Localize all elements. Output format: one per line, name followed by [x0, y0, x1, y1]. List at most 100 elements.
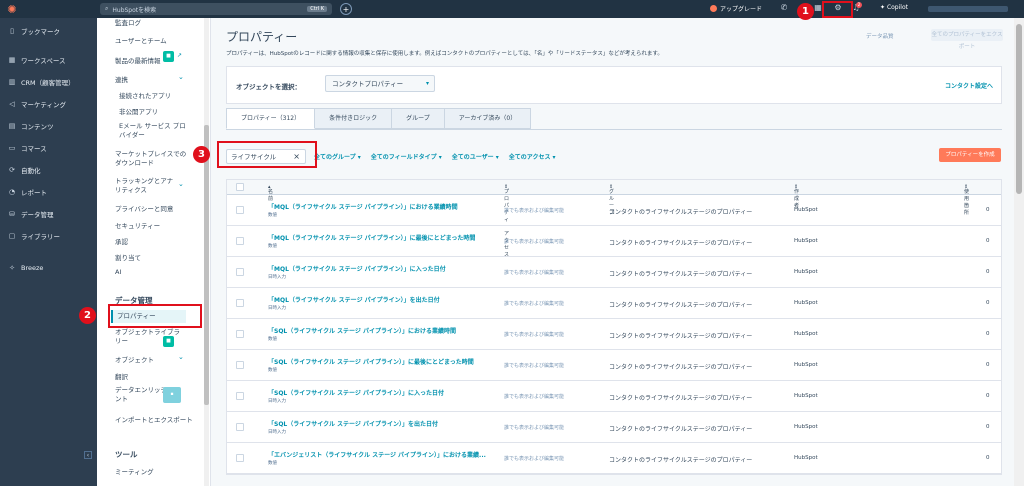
nav-item-library[interactable]: ▢ ライブラリー [0, 225, 97, 247]
filter-bar: 全てのグループ ▾ 全てのフィールドタイプ ▾ 全てのユーザー ▾ 全てのアクセ… [314, 152, 556, 161]
chevron-down-icon[interactable]: ⌄ [178, 180, 184, 188]
property-creator: HubSpot [794, 269, 818, 275]
nav-item-data-management[interactable]: ⛁ データ管理 [0, 203, 97, 225]
highlight-settings-gear [822, 1, 853, 18]
column-header-access[interactable]: プロパティーアクセス ⇕ [504, 184, 509, 258]
settings-private-apps[interactable]: 非公開アプリ [119, 106, 158, 116]
nav-item-crm[interactable]: ▥ CRM（顧客管理） [0, 71, 97, 93]
content-icon: ▤ [8, 122, 16, 130]
settings-meetings[interactable]: ミーティング [115, 466, 154, 476]
export-properties-button[interactable]: 全てのプロパティーをエクスポート [931, 29, 1003, 50]
data-quality-button[interactable]: データ品質 [866, 32, 894, 40]
section-header-tools: ツール [115, 450, 138, 459]
chevron-down-icon[interactable]: ⌄ [178, 73, 184, 81]
column-header-uses[interactable]: 使用箇所 ⇕ [964, 184, 969, 216]
property-access: 誰でも表示および編集可能 [504, 332, 565, 338]
nav-item-reports[interactable]: ◔ レポート [0, 181, 97, 203]
nav-item-workspace[interactable]: ▦ ワークスペース [0, 49, 97, 71]
tab-groups[interactable]: グループ [392, 108, 445, 129]
create-plus-icon[interactable]: + [340, 3, 352, 15]
tab-properties[interactable]: プロパティー（312） [226, 108, 316, 129]
automation-icon: ⟳ [9, 166, 15, 174]
phone-icon[interactable]: ✆ [778, 3, 790, 12]
column-header-name[interactable]: 名前 ▴ [268, 184, 273, 202]
filter-access-dropdown[interactable]: 全てのアクセス ▾ [509, 152, 556, 161]
property-name-link[interactable]: 「SQL（ライフサイクル ステージ パイプライン）」を出た日付 [268, 419, 438, 428]
nav-item-content[interactable]: ▤ コンテンツ [0, 115, 97, 137]
row-checkbox[interactable] [236, 454, 244, 462]
row-checkbox[interactable] [236, 330, 244, 338]
filter-users-dropdown[interactable]: 全てのユーザー ▾ [452, 152, 499, 161]
settings-import-export[interactable]: インポートとエクスポート [115, 414, 193, 424]
settings-translation[interactable]: 翻訳 [115, 371, 128, 381]
settings-email-providers[interactable]: Eメール サービス プロバイダー [119, 122, 189, 140]
object-type-dropdown[interactable]: コンタクトプロパティー ▾ [325, 75, 435, 92]
create-property-button[interactable]: プロパティーを作成 [939, 148, 1001, 162]
row-checkbox[interactable] [236, 423, 244, 431]
property-name-link[interactable]: 「エバンジェリスト（ライフサイクル ステージ パイプライン）」における業績... [268, 450, 486, 459]
property-group: コンタクトのライフサイクルステージのプロパティー [609, 302, 753, 309]
table-row[interactable]: 「SQL（ライフサイクル ステージ パイプライン）」に入った日付 日時入力 誰でも表… [227, 381, 1001, 412]
settings-tracking-analytics[interactable]: トラッキングとアナリティクス [115, 177, 177, 195]
page-title: プロパティー [226, 30, 298, 44]
copilot-button[interactable]: ✦ Copilot [880, 4, 908, 11]
row-checkbox[interactable] [236, 299, 244, 307]
tab-conditional-logic[interactable]: 条件付きロジック [315, 108, 393, 129]
nav-item-breeze[interactable]: ✧ Breeze [0, 257, 97, 279]
nav-item-commerce[interactable]: ▭ コマース [0, 137, 97, 159]
select-all-checkbox[interactable] [236, 183, 244, 191]
filter-groups-dropdown[interactable]: 全てのグループ ▾ [314, 152, 361, 161]
nav-item-marketing[interactable]: ◁ マーケティング [0, 93, 97, 115]
property-name-link[interactable]: 「MQL（ライフサイクル ステージ パイプライン）」に最後にとどまった時間 [268, 233, 475, 242]
collapse-nav-icon[interactable]: ‹ [84, 451, 92, 459]
property-name-link[interactable]: 「MQL（ライフサイクル ステージ パイプライン）」における業績時間 [268, 202, 458, 211]
column-header-creator[interactable]: 作成者 ⇕ [794, 184, 799, 209]
row-checkbox[interactable] [236, 392, 244, 400]
settings-security[interactable]: セキュリティー [115, 220, 160, 230]
table-row[interactable]: 「MQL（ライフサイクル ステージ パイプライン）」を出た日付 日時入力 誰でも表示… [227, 288, 1001, 319]
settings-product-updates[interactable]: 製品の最新情報 [115, 55, 161, 65]
table-row[interactable]: 「SQL（ライフサイクル ステージ パイプライン）」を出た日付 日時入力 誰でも表示… [227, 412, 1001, 443]
property-name-link[interactable]: 「MQL（ライフサイクル ステージ パイプライン）」を出た日付 [268, 295, 440, 304]
table-row[interactable]: 「MQL（ライフサイクル ステージ パイプライン）」に最後にとどまった時間 数値 誰… [227, 226, 1001, 257]
contact-settings-link[interactable]: コンタクト設定へ [945, 81, 993, 90]
table-row[interactable]: 「MQL（ライフサイクル ステージ パイプライン）」に入った日付 日時入力 誰でも表… [227, 257, 1001, 288]
table-row[interactable]: 「MQL（ライフサイクル ステージ パイプライン）」における業績時間 数値 誰でも表… [227, 195, 1001, 226]
table-row[interactable]: 「SQL（ライフサイクル ステージ パイプライン）」に最後にとどまった時間 数値 誰… [227, 350, 1001, 381]
settings-approvals[interactable]: 承認 [115, 236, 128, 246]
settings-audit-log[interactable]: 監査ログ [115, 17, 141, 27]
table-row[interactable]: 「エバンジェリスト（ライフサイクル ステージ パイプライン）」における業績...… [227, 443, 1001, 474]
copilot-label: Copilot [886, 4, 908, 11]
settings-objects[interactable]: オブジェクト [115, 354, 154, 364]
settings-integrations[interactable]: 連携 [115, 74, 128, 84]
filter-field-types-dropdown[interactable]: 全てのフィールドタイプ ▾ [371, 152, 442, 161]
account-menu[interactable] [928, 6, 1008, 12]
row-checkbox[interactable] [236, 361, 244, 369]
settings-connected-apps[interactable]: 接続されたアプリ [119, 90, 171, 100]
nav-item-bookmarks[interactable]: ▯ ブックマーク [0, 20, 97, 42]
settings-ai[interactable]: AI [115, 268, 121, 276]
property-name-link[interactable]: 「SQL（ライフサイクル ステージ パイプライン）」に最後にとどまった時間 [268, 357, 474, 366]
settings-privacy-consent[interactable]: プライバシーと同意 [115, 203, 173, 213]
column-header-group[interactable]: グループ ⇕ [609, 184, 614, 216]
property-name-link[interactable]: 「SQL（ライフサイクル ステージ パイプライン）」に入った日付 [268, 388, 444, 397]
row-checkbox[interactable] [236, 268, 244, 276]
row-checkbox[interactable] [236, 237, 244, 245]
property-name-link[interactable]: 「MQL（ライフサイクル ステージ パイプライン）」に入った日付 [268, 264, 446, 273]
tab-archived[interactable]: アーカイブ済み（0） [444, 108, 532, 129]
table-row[interactable]: 「SQL（ライフサイクル ステージ パイプライン）」における業績時間 数値 誰でも表… [227, 319, 1001, 350]
settings-marketplace-downloads[interactable]: マーケットプレイスでのダウンロード [115, 150, 187, 168]
sidebar-scrollbar-thumb[interactable] [204, 125, 209, 405]
global-search-input[interactable]: ⌕ HubSpotを検索 Ctrl K [100, 3, 332, 15]
upgrade-button[interactable]: アップグレード [710, 4, 762, 13]
page-scrollbar-thumb[interactable] [1016, 24, 1022, 194]
nav-item-automation[interactable]: ⟳ 自動化 [0, 159, 97, 181]
row-checkbox[interactable] [236, 206, 244, 214]
chevron-down-icon[interactable]: ⌄ [178, 353, 184, 361]
new-badge: ■ [163, 51, 174, 62]
settings-assignments[interactable]: 割り当て [115, 252, 141, 262]
property-uses: 0 [986, 362, 990, 368]
property-name-link[interactable]: 「SQL（ライフサイクル ステージ パイプライン）」における業績時間 [268, 326, 456, 335]
hubspot-logo-icon[interactable]: ✺ [4, 1, 20, 17]
settings-users-teams[interactable]: ユーザーとチーム [115, 35, 167, 45]
